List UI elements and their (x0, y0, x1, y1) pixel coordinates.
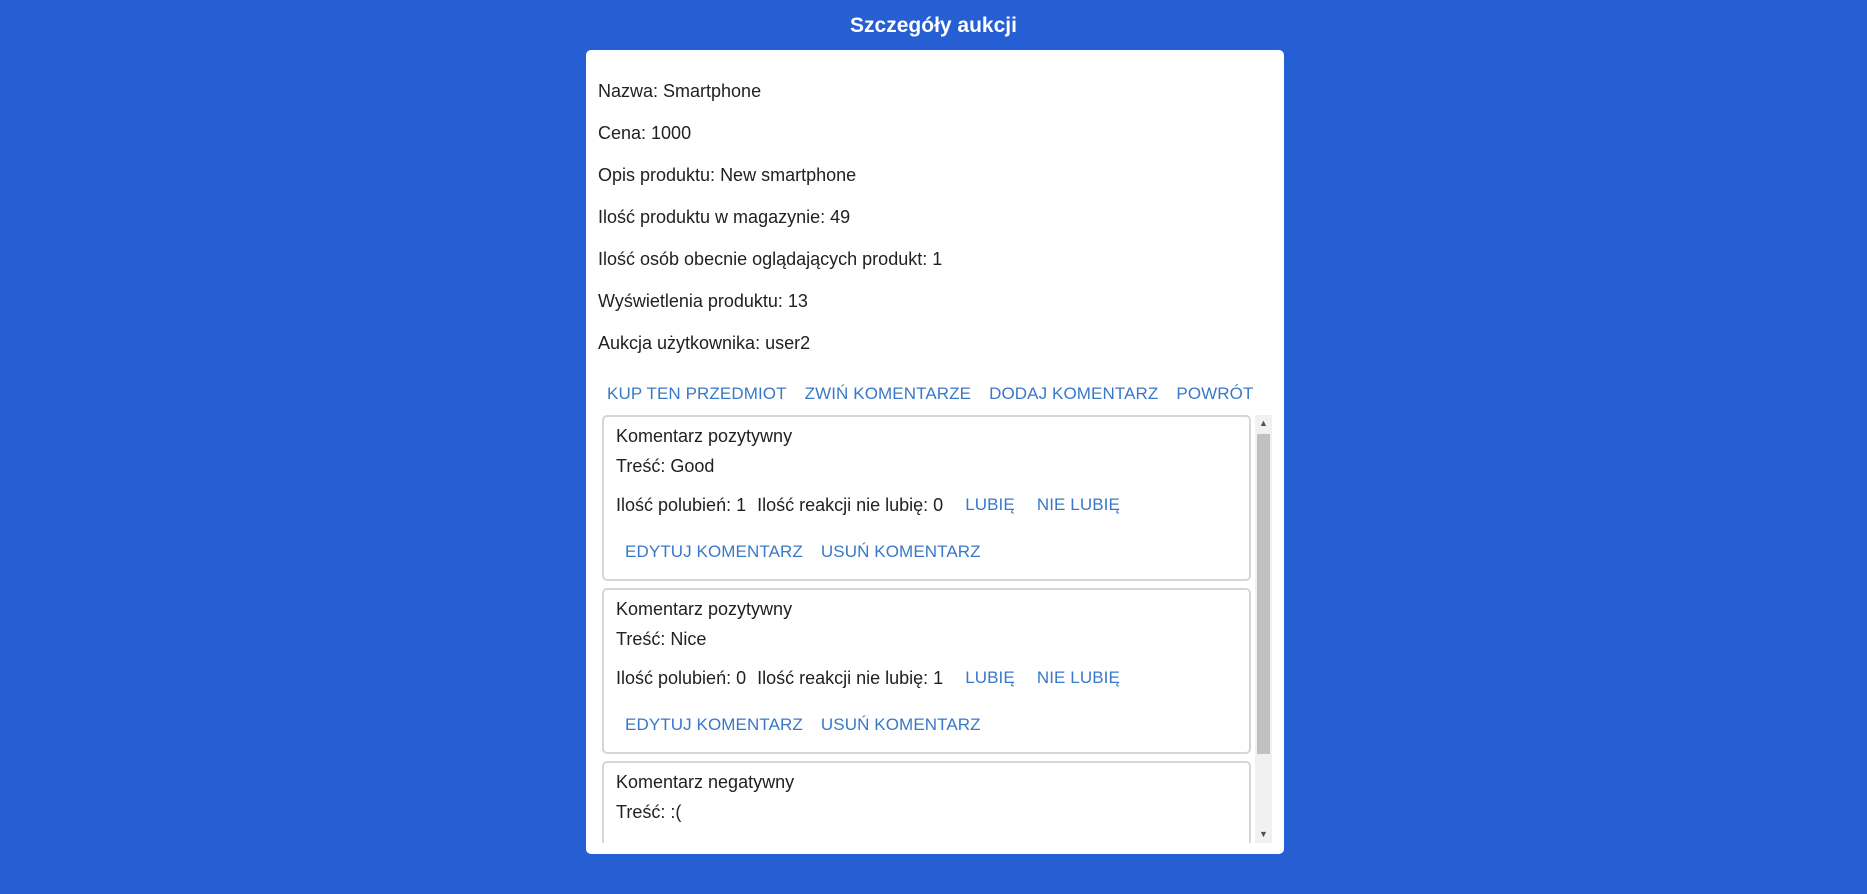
comment-type: Komentarz pozytywny (616, 599, 793, 619)
comment-reactions: Ilość polubień: 0 Ilość reakcji nie lubi… (616, 664, 1131, 692)
dislike-count: Ilość reakcji nie lubię: 0 (757, 495, 944, 515)
product-stock: Ilość produktu w magazynie: 49 (598, 207, 851, 227)
dislike-button[interactable]: NIE LUBIĘ (1026, 491, 1131, 519)
dislike-count: Ilość reakcji nie lubię: 1 (757, 668, 944, 688)
delete-comment-button[interactable]: USUŃ KOMENTARZ (812, 711, 990, 739)
delete-comment-button[interactable]: USUŃ KOMENTARZ (812, 538, 990, 566)
comment-type: Komentarz pozytywny (616, 426, 793, 446)
like-count: Ilość polubień: 0 (616, 668, 747, 688)
scrollbar-thumb[interactable] (1257, 434, 1270, 754)
auction-actions: KUP TEN PRZEDMIOT ZWIŃ KOMENTARZE DODAJ … (598, 380, 1262, 408)
comment-text: Treść: Good (616, 456, 715, 476)
edit-comment-button[interactable]: EDYTUJ KOMENTARZ (616, 538, 812, 566)
comment-card: Komentarz pozytywny Treść: Good Ilość po… (602, 415, 1251, 581)
like-button[interactable]: LUBIĘ (954, 491, 1026, 519)
comment-type: Komentarz negatywny (616, 772, 795, 792)
comment-card: Komentarz negatywny Treść: :( (602, 761, 1251, 843)
comment-actions: EDYTUJ KOMENTARZ USUŃ KOMENTARZ (616, 538, 990, 566)
comment-text: Treść: :( (616, 802, 682, 822)
collapse-comments-button[interactable]: ZWIŃ KOMENTARZE (796, 380, 980, 408)
comment-reactions: Ilość polubień: 1 Ilość reakcji nie lubi… (616, 491, 1131, 519)
comments-list: Komentarz pozytywny Treść: Good Ilość po… (602, 415, 1251, 843)
comments-scroll-area[interactable]: Komentarz pozytywny Treść: Good Ilość po… (602, 415, 1272, 843)
buy-item-button[interactable]: KUP TEN PRZEDMIOT (598, 380, 796, 408)
like-count: Ilość polubień: 1 (616, 495, 747, 515)
product-current-viewers: Ilość osób obecnie oglądających produkt:… (598, 249, 943, 269)
comment-text: Treść: Nice (616, 629, 707, 649)
comment-actions: EDYTUJ KOMENTARZ USUŃ KOMENTARZ (616, 711, 990, 739)
chevron-up-icon[interactable]: ▲ (1255, 415, 1272, 432)
edit-comment-button[interactable]: EDYTUJ KOMENTARZ (616, 711, 812, 739)
page-title: Szczegóły aukcji (850, 14, 1017, 37)
auction-owner: Aukcja użytkownika: user2 (598, 333, 811, 353)
product-name: Nazwa: Smartphone (598, 81, 762, 101)
comments-scrollbar[interactable]: ▲ ▼ (1255, 415, 1272, 843)
like-button[interactable]: LUBIĘ (954, 664, 1026, 692)
back-button[interactable]: POWRÓT (1167, 380, 1262, 408)
product-description: Opis produktu: New smartphone (598, 165, 857, 185)
add-comment-button[interactable]: DODAJ KOMENTARZ (980, 380, 1167, 408)
comment-card: Komentarz pozytywny Treść: Nice Ilość po… (602, 588, 1251, 754)
product-price: Cena: 1000 (598, 123, 692, 143)
auction-details-card: Nazwa: Smartphone Cena: 1000 Opis produk… (586, 50, 1284, 854)
product-views: Wyświetlenia produktu: 13 (598, 291, 808, 311)
dislike-button[interactable]: NIE LUBIĘ (1026, 664, 1131, 692)
chevron-down-icon[interactable]: ▼ (1255, 826, 1272, 843)
